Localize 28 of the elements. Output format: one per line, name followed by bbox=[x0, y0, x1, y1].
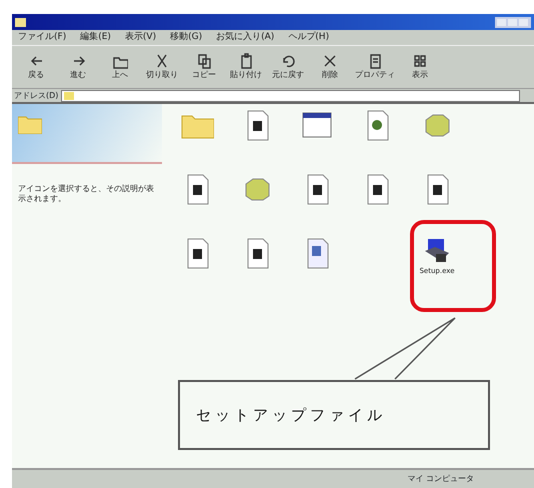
back-button[interactable]: 戻る bbox=[16, 53, 56, 81]
menu-item[interactable]: 表示(V) bbox=[124, 30, 156, 44]
menu-item[interactable]: 移動(G) bbox=[170, 30, 202, 44]
delete-icon bbox=[322, 53, 338, 69]
address-field[interactable] bbox=[61, 90, 520, 102]
status-text: マイ コンピュータ bbox=[407, 473, 474, 485]
folder-icon bbox=[64, 91, 74, 100]
description-text: アイコンを選択すると、その説明が表示されます。 bbox=[18, 184, 155, 204]
menu-item[interactable]: ファイル(F) bbox=[18, 30, 66, 44]
paste-button[interactable]: 貼り付け bbox=[226, 53, 266, 81]
callout-text: セットアップファイル bbox=[196, 404, 386, 426]
views-icon bbox=[412, 53, 428, 69]
delete-button[interactable]: 削除 bbox=[310, 53, 350, 81]
copy-button[interactable]: コピー bbox=[184, 53, 224, 81]
menu-item[interactable]: お気に入り(A) bbox=[216, 30, 274, 44]
address-label: アドレス(D) bbox=[14, 90, 58, 102]
window-controls[interactable] bbox=[495, 16, 531, 28]
properties-button[interactable]: プロパティ bbox=[352, 53, 398, 81]
copy-icon bbox=[196, 53, 212, 69]
folder-icon bbox=[18, 114, 42, 134]
cut-button[interactable]: 切り取り bbox=[142, 53, 182, 81]
undo-button[interactable]: 元に戻す bbox=[268, 53, 308, 81]
folder-icon bbox=[15, 17, 26, 27]
menu-item[interactable]: ヘルプ(H) bbox=[288, 30, 330, 44]
forward-button[interactable]: 進む bbox=[58, 53, 98, 81]
views-button[interactable]: 表示 bbox=[400, 53, 440, 81]
up-button[interactable]: 上へ bbox=[100, 53, 140, 81]
menu-item[interactable]: 編集(E) bbox=[80, 30, 111, 44]
